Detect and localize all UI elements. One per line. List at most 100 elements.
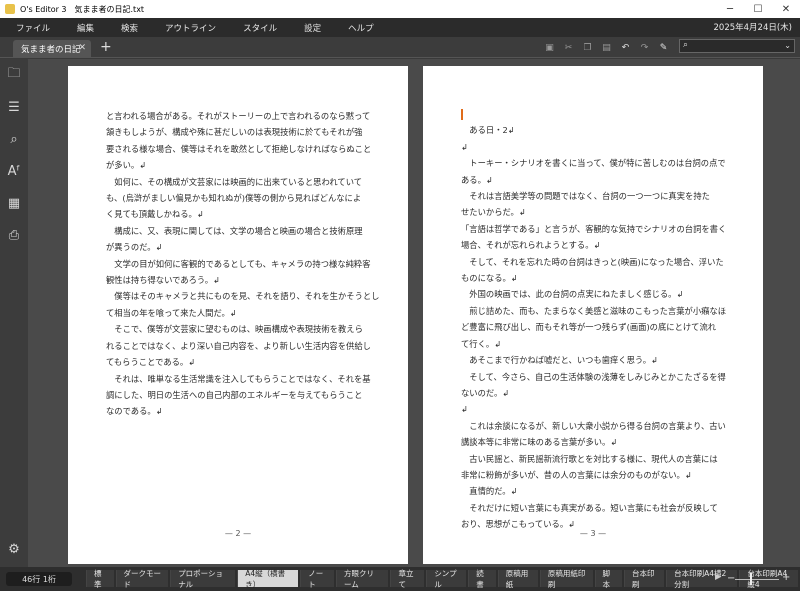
style-tab[interactable]: 標準 [86, 569, 114, 589]
text-line[interactable]: も、(烏滸がましい偏見かも知れぬが)僕等の側から見ればどんなによ [106, 190, 381, 206]
copy-icon[interactable]: ❐ [578, 40, 597, 55]
undo-icon[interactable]: ↶ [616, 40, 635, 55]
text-line[interactable]: 如何に、その構成が文芸家には映画的に出来ていると思われていて [106, 174, 381, 190]
chevron-down-icon[interactable]: ⌄ [784, 41, 791, 50]
page-3[interactable]: ある日・2↲ ↲ トーキー・シナリオを書くに当って、僕が特に苦しむのは台詞の点であ… [423, 66, 763, 564]
style-tab[interactable]: 方眼クリーム [336, 569, 389, 589]
cut-icon[interactable]: ✂ [559, 40, 578, 55]
zoom-knob[interactable] [750, 573, 752, 585]
outline-list-icon[interactable]: ☰ [4, 97, 24, 117]
print-icon[interactable]: ⎙ [4, 225, 24, 245]
text-line[interactable]: 要される様な場合、僕等はそれを敢然として拒絶しなければならぬこと [106, 141, 381, 157]
page-text[interactable]: ある日・2↲ ↲ トーキー・シナリオを書くに当って、僕が特に苦しむのは台詞の点であ… [461, 106, 736, 533]
menu-search[interactable]: 検索 [105, 22, 149, 34]
status-bar: 46行 1桁 標準 ダークモード プロポーショナル A4縦（横書き） ノート 方眼クリーム… [0, 567, 800, 591]
style-tab[interactable]: ノート [300, 569, 335, 589]
text-line[interactable]: が異うのだ。↲ [106, 239, 381, 255]
menu-outline[interactable]: アウトライン [149, 22, 227, 34]
text-line[interactable]: 直情的だ。↲ [461, 483, 736, 499]
text-line[interactable]: 調にした、明日の生活への自己内部のエネルギーを与えてもらうこと [106, 387, 381, 403]
style-tab[interactable]: 脚本 [594, 569, 623, 589]
text-caret [461, 109, 463, 120]
text-line[interactable]: そして、今さら、自己の生活体験の浅薄をしみじみとかこたざるを得 [461, 369, 736, 385]
text-line[interactable]: く見ても頂戴しかねる。↲ [106, 206, 381, 222]
zoom-in-icon[interactable]: + [782, 572, 790, 583]
text-line[interactable]: 観性は持ち得ないであろう。↲ [106, 272, 381, 288]
text-line[interactable]: て行く。↲ [461, 336, 736, 352]
folder-icon[interactable]: 🗀 [4, 65, 24, 85]
text-line[interactable]: ある。↲ [461, 172, 736, 188]
text-line[interactable]: あそこまで行かねば嘘だと、いつも歯痒く思う。↲ [461, 352, 736, 368]
style-tab[interactable]: A4縦（横書き） [237, 569, 299, 589]
settings-icon[interactable]: ⚙ [4, 539, 24, 559]
paste-icon[interactable]: ▤ [597, 40, 616, 55]
text-line[interactable]: 文学の目が如何に客観的であるとしても、キャメラの持つ様な純粋客 [106, 256, 381, 272]
marker-icon[interactable]: ✎ [654, 40, 673, 55]
style-tab[interactable]: 原稿用紙 [497, 569, 538, 589]
menu-file[interactable]: ファイル [0, 22, 61, 34]
text-line[interactable]: 僕等はそのキャメラと共にものを見、それを語り、それを生かそうとし [106, 288, 381, 304]
font-icon[interactable]: Aᶠ [4, 161, 24, 181]
zoom-track[interactable] [735, 579, 779, 580]
text-line[interactable]: なのである。↲ [106, 403, 381, 419]
app-icon [5, 4, 15, 14]
scroll-right-icon[interactable]: ▶ [715, 572, 721, 581]
editor-canvas[interactable]: と言われる場合がある。それがストーリーの上で言われるのなら黙って 頷きもしようが、… [28, 59, 800, 567]
text-line[interactable]: せたいからだ。↲ [461, 204, 736, 220]
text-line[interactable]: 外国の映画では、此の台詞の点実にねたましく感じる。↲ [461, 286, 736, 302]
style-tab[interactable]: 原稿用紙印刷 [539, 569, 593, 589]
text-line[interactable] [461, 106, 736, 122]
page-number: — 3 — [579, 529, 607, 538]
text-line[interactable]: れることではなく、より深い自己内容を、より新しい生活内容を供給し [106, 338, 381, 354]
text-line[interactable]: ものになる。↲ [461, 270, 736, 286]
style-tab[interactable]: 章立て [390, 569, 425, 589]
text-line[interactable]: 講談本等に非常に味のある言葉が多い。↲ [461, 434, 736, 450]
text-line[interactable]: が多い。↲ [106, 157, 381, 173]
menu-style[interactable]: スタイル [227, 22, 288, 34]
text-line[interactable]: 古い民謡と、新民謡新流行歌とを対比する様に、現代人の言葉には [461, 451, 736, 467]
menu-help[interactable]: ヘルプ [332, 22, 385, 34]
close-window-icon[interactable]: ✕ [772, 0, 800, 18]
search-icon[interactable]: ⌕ [4, 129, 24, 149]
text-line[interactable]: ど豊富に飛び出し、而もそれ等が一つ残らず(画面)の底にとけて流れ [461, 319, 736, 335]
text-line[interactable]: ある日・2↲ [461, 122, 736, 138]
text-line[interactable]: 頷きもしようが、構成や殊に甚だしいのは表現技術に於てもそれが強 [106, 124, 381, 140]
maximize-icon[interactable]: ☐ [744, 0, 772, 18]
add-tab-icon[interactable]: + [100, 39, 112, 55]
text-line[interactable]: それは、唯単なる生活常識を注入してもらうことではなく、それを基 [106, 371, 381, 387]
text-line[interactable]: それは言語美学等の問題ではなく、台詞の一つ一つに真実を持た [461, 188, 736, 204]
minimize-icon[interactable]: ─ [716, 0, 744, 18]
text-line[interactable]: そして、それを忘れた時の台詞はきっと(映画)になった場合、浮いた [461, 254, 736, 270]
text-line[interactable]: てもらうことである。↲ [106, 354, 381, 370]
text-line[interactable]: これは余談になるが、新しい大衆小説から得る台詞の言葉より、古い [461, 418, 736, 434]
style-tab[interactable]: ダークモード [115, 569, 169, 589]
text-line[interactable]: そこで、僕等が文芸家に望むものは、映画構成や表現技術を教えら [106, 321, 381, 337]
menu-settings[interactable]: 設定 [288, 22, 332, 34]
text-line[interactable]: 煎じ詰めた、而も、たまらなく美感と滋味のこもった言葉が小癪なほ [461, 303, 736, 319]
text-line[interactable]: それだけに短い言葉にも真実がある。短い言葉にも社会が反映して [461, 500, 736, 516]
document-style-icon[interactable]: ▦ [4, 193, 24, 213]
zoom-slider[interactable]: − + [727, 572, 790, 585]
text-line[interactable]: ↲ [461, 139, 736, 155]
text-line[interactable]: て相当の年を喰って来た人間だ。↲ [106, 305, 381, 321]
text-line[interactable]: 構成に、又、表現に関しては、文学の場合と映画の場合と技術原理 [106, 223, 381, 239]
search-input[interactable]: ⌕ ⌄ [679, 39, 795, 53]
page-text[interactable]: と言われる場合がある。それがストーリーの上で言われるのなら黙って 頷きもしようが、… [106, 108, 381, 420]
menu-edit[interactable]: 編集 [61, 22, 105, 34]
text-line[interactable]: ないのだ。↲ [461, 385, 736, 401]
text-line[interactable]: と言われる場合がある。それがストーリーの上で言われるのなら黙って [106, 108, 381, 124]
style-tab[interactable]: 読書 [468, 569, 496, 589]
text-line[interactable]: 場合、それが忘れられようとする。↲ [461, 237, 736, 253]
save-icon[interactable]: ▣ [540, 40, 559, 55]
text-line[interactable]: ↲ [461, 401, 736, 417]
style-tab[interactable]: 台本印刷 [624, 569, 665, 589]
redo-icon[interactable]: ↷ [635, 40, 654, 55]
style-tab[interactable]: シンプル [426, 569, 467, 589]
text-line[interactable]: 非常に粉飾が多いが、昔の人の言葉には余分のものがない。↲ [461, 467, 736, 483]
close-icon[interactable]: ✕ [78, 43, 86, 53]
page-2[interactable]: と言われる場合がある。それがストーリーの上で言われるのなら黙って 頷きもしようが、… [68, 66, 408, 564]
document-tab[interactable]: 気まま者の日記 ✕ [13, 40, 91, 58]
text-line[interactable]: トーキー・シナリオを書くに当って、僕が特に苦しむのは台詞の点で [461, 155, 736, 171]
text-line[interactable]: 「言語は哲学である」と言うが、客観的な気持でシナリオの台詞を書く [461, 221, 736, 237]
style-tab[interactable]: プロポーショナル [170, 569, 236, 589]
